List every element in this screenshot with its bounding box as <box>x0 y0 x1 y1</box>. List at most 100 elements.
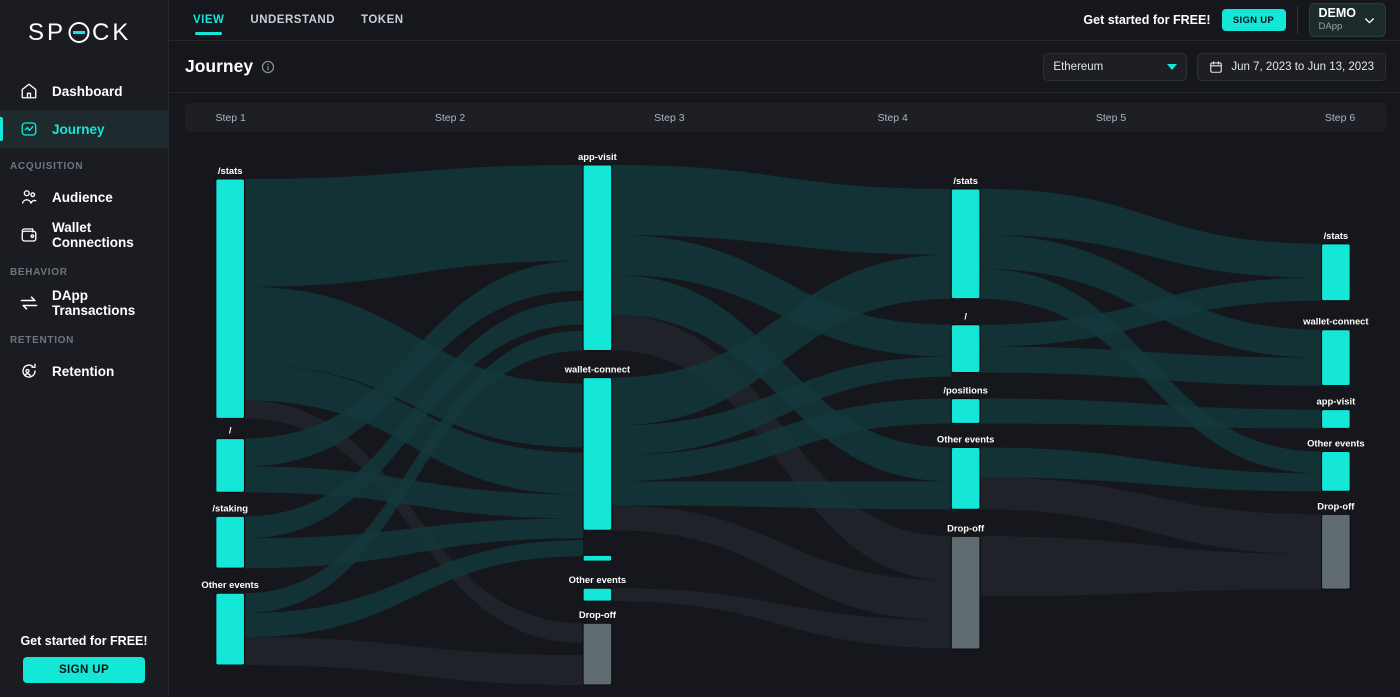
sidebar-item-wallet-connections[interactable]: Wallet Connections <box>0 216 168 254</box>
chain-select-value: Ethereum <box>1053 60 1104 73</box>
sankey-link[interactable] <box>611 481 952 510</box>
sankey-links <box>244 164 1322 686</box>
tab-view[interactable]: VIEW <box>193 0 224 41</box>
retention-icon <box>19 361 39 381</box>
transactions-icon <box>19 293 39 313</box>
sankey-node-label: /positions <box>943 386 987 397</box>
sankey-node[interactable] <box>215 178 246 420</box>
sankey-node[interactable] <box>582 376 613 531</box>
step-header-3: Step 3 <box>654 111 685 124</box>
date-range-value: Jun 7, 2023 to Jun 13, 2023 <box>1231 60 1374 73</box>
top-bar: VIEW UNDERSTAND TOKEN Get started for FR… <box>169 0 1400 41</box>
sankey-svg: /stats / /staking Other events app-visit wall… <box>201 152 1369 686</box>
chevron-down-icon <box>1365 17 1374 23</box>
sidebar: SP CK Dashboard Journey ACQUISITION Audi… <box>0 0 169 697</box>
sankey-node[interactable] <box>1320 329 1351 387</box>
sidebar-item-label: Wallet Connections <box>52 220 134 250</box>
sankey-node-label: /staking <box>212 503 248 514</box>
date-range-picker[interactable]: Jun 7, 2023 to Jun 13, 2023 <box>1197 52 1386 81</box>
sankey-node-label: /stats <box>1324 231 1349 242</box>
sankey-node[interactable] <box>950 188 981 300</box>
speck-logo-icon: SP CK <box>28 19 131 46</box>
sidebar-item-label: Retention <box>52 363 115 379</box>
sidebar-section-retention: RETENTION <box>10 335 75 346</box>
sidebar-item-audience[interactable]: Audience <box>0 178 168 216</box>
journey-sankey-chart: /stats / /staking Other events app-visit wall… <box>185 141 1386 697</box>
step-header-1: Step 1 <box>215 111 246 124</box>
sankey-node[interactable] <box>1320 408 1351 430</box>
sankey-node-label: wallet-connect <box>564 365 631 376</box>
sidebar-item-journey[interactable]: Journey <box>0 110 168 148</box>
sankey-node-label: Drop-off <box>1317 501 1355 512</box>
sankey-node[interactable] <box>950 446 981 510</box>
info-icon[interactable] <box>261 60 275 74</box>
sankey-node-label: Other events <box>1307 438 1365 449</box>
sankey-node[interactable] <box>215 592 246 666</box>
step-header-5: Step 5 <box>1095 111 1127 124</box>
sidebar-signup-button[interactable]: SIGN UP <box>23 657 145 683</box>
brand-logo[interactable]: SP CK <box>0 0 168 66</box>
journey-icon <box>19 119 39 139</box>
sankey-link[interactable] <box>980 398 1322 429</box>
chain-select[interactable]: Ethereum <box>1043 52 1188 81</box>
tab-understand[interactable]: UNDERSTAND <box>250 0 335 41</box>
page-filters: Ethereum Jun 7, 2023 to Jun 13, 2023 <box>1043 52 1386 81</box>
sankey-node[interactable] <box>215 515 246 569</box>
sidebar-section-behavior: BEHAVIOR <box>10 267 68 278</box>
sidebar-item-label: Dashboard <box>52 83 123 99</box>
sankey-node-label: /stats <box>953 176 978 187</box>
sankey-node[interactable] <box>950 397 981 425</box>
page-title: Journey <box>185 56 254 76</box>
sankey-node[interactable] <box>1320 513 1351 590</box>
sankey-node[interactable] <box>950 535 981 650</box>
sankey-link[interactable] <box>244 637 584 686</box>
sankey-node-label: wallet-connect <box>1302 317 1369 328</box>
sankey-node-label: / <box>964 312 967 323</box>
step-header-2: Step 2 <box>434 111 466 124</box>
step-header-4: Step 4 <box>877 111 908 124</box>
sankey-node-label: /stats <box>218 166 243 177</box>
sankey-node[interactable] <box>582 554 613 562</box>
sidebar-nav: Dashboard Journey ACQUISITION Audience W… <box>0 66 168 390</box>
sankey-node[interactable] <box>1320 450 1351 492</box>
sidebar-item-label: DApp Transactions <box>52 288 136 318</box>
calendar-icon <box>1210 60 1223 73</box>
tab-token[interactable]: TOKEN <box>361 0 404 41</box>
sankey-node-label: Drop-off <box>947 523 985 534</box>
sidebar-item-dapp-transactions[interactable]: DApp Transactions <box>0 284 168 322</box>
sidebar-item-label: Audience <box>52 189 113 205</box>
sankey-node[interactable] <box>1320 243 1351 302</box>
sidebar-item-label: Journey <box>52 121 105 137</box>
get-started-text: Get started for FREE! <box>1083 13 1211 27</box>
sankey-node[interactable] <box>582 164 613 352</box>
sankey-node-label: Other events <box>201 580 259 591</box>
step-header-6: Step 6 <box>1324 111 1356 124</box>
svg-text:SP: SP <box>28 19 66 46</box>
workspace-selector[interactable]: DEMO DApp <box>1308 3 1386 37</box>
sankey-node[interactable] <box>582 587 613 602</box>
wallet-icon <box>19 225 39 245</box>
sankey-node[interactable] <box>215 437 246 493</box>
workspace-type: DApp <box>1318 21 1343 33</box>
svg-text:CK: CK <box>92 19 131 46</box>
sankey-node-label: Other events <box>569 575 627 586</box>
home-icon <box>19 81 39 101</box>
audience-icon <box>19 187 39 207</box>
sidebar-item-dashboard[interactable]: Dashboard <box>0 72 168 110</box>
sidebar-cta: Get started for FREE! SIGN UP <box>0 634 168 683</box>
top-bar-right: Get started for FREE! SIGN UP DEMO DApp <box>1083 0 1386 41</box>
topbar-signup-button[interactable]: SIGN UP <box>1221 9 1286 31</box>
sankey-node[interactable] <box>950 324 981 374</box>
sankey-node-label: / <box>229 425 232 436</box>
app-root: SP CK Dashboard Journey ACQUISITION Audi… <box>0 0 1400 697</box>
sidebar-item-retention[interactable]: Retention <box>0 352 168 390</box>
top-tabs: VIEW UNDERSTAND TOKEN <box>169 0 404 41</box>
sidebar-cta-text: Get started for FREE! <box>20 634 148 648</box>
workspace-name: DEMO <box>1318 6 1357 21</box>
sankey-node-label: app-visit <box>1317 397 1357 408</box>
chevron-down-icon <box>1167 63 1178 70</box>
sankey-node[interactable] <box>582 622 613 686</box>
content-area: Step 1 Step 2 Step 3 Step 4 Step 5 Step 6 /st… <box>169 93 1400 697</box>
sankey-node-label: Other events <box>937 434 995 445</box>
main-area: VIEW UNDERSTAND TOKEN Get started for FR… <box>169 0 1400 697</box>
